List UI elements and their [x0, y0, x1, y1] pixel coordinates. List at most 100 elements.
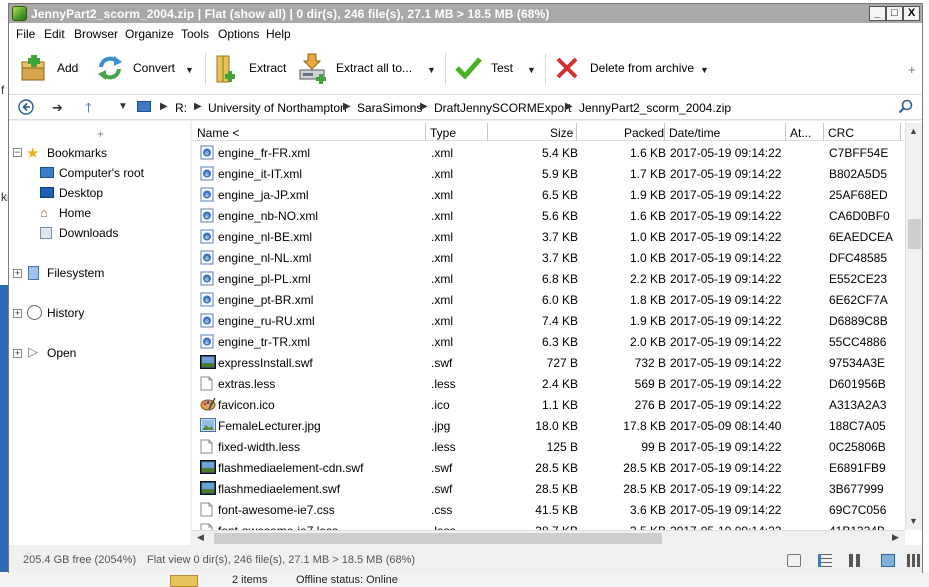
- horizontal-scroll-thumb[interactable]: [214, 533, 662, 544]
- col-size[interactable]: Size: [550, 126, 573, 140]
- menu-organize[interactable]: Organize: [125, 27, 174, 41]
- col-packed[interactable]: Packed: [624, 126, 664, 140]
- file-row[interactable]: e engine_nb-NO.xml .xml 5.6 KB 1.6 KB 2017-05…: [192, 205, 904, 226]
- open-expand-icon[interactable]: +: [13, 349, 22, 358]
- add-button[interactable]: Add: [17, 51, 78, 85]
- extract-all-dropdown-icon[interactable]: ▼: [427, 65, 436, 75]
- column-divider[interactable]: [900, 123, 901, 141]
- file-row[interactable]: e engine_nl-NL.xml .xml 3.7 KB 1.0 KB 2017-05…: [192, 247, 904, 268]
- column-divider[interactable]: [576, 123, 577, 141]
- lock-icon[interactable]: [787, 554, 801, 567]
- file-row[interactable]: fixed-width.less .less 125 B 99 B 2017-05-19…: [192, 436, 904, 457]
- col-name[interactable]: Name <: [197, 126, 239, 140]
- file-row[interactable]: e engine_tr-TR.xml .xml 6.3 KB 2.0 KB 2017-05…: [192, 331, 904, 352]
- column-divider[interactable]: [785, 123, 786, 141]
- delete-button[interactable]: Delete from archive: [550, 51, 694, 85]
- tree-add-button[interactable]: +: [97, 127, 104, 141]
- column-divider[interactable]: [664, 123, 665, 141]
- svg-text:e: e: [205, 234, 209, 241]
- file-row[interactable]: e engine_pt-BR.xml .xml 6.0 KB 1.8 KB 2017-05…: [192, 289, 904, 310]
- menu-browser[interactable]: Browser: [74, 27, 118, 41]
- col-attributes[interactable]: At...: [790, 126, 811, 140]
- window-title: JennyPart2_scorm_2004.zip | Flat (show a…: [31, 7, 550, 21]
- col-type[interactable]: Type: [430, 126, 456, 140]
- menu-tools[interactable]: Tools: [181, 27, 209, 41]
- bookmarks-collapse-icon[interactable]: −: [13, 148, 22, 157]
- back-icon[interactable]: [18, 99, 34, 118]
- svg-text:e: e: [205, 255, 209, 262]
- column-divider[interactable]: [823, 123, 824, 141]
- file-size: 28.5 KB: [535, 482, 578, 496]
- crumb-sarasimons[interactable]: SaraSimons: [357, 101, 422, 115]
- scroll-left-icon[interactable]: ◀: [197, 532, 204, 543]
- horizontal-scrollbar[interactable]: ◀ ▶: [192, 530, 905, 545]
- column-divider[interactable]: [425, 123, 426, 141]
- menu-edit[interactable]: Edit: [44, 27, 65, 41]
- file-row[interactable]: favicon.ico .ico 1.1 KB 276 B 2017-05-19 09:…: [192, 394, 904, 415]
- col-crc[interactable]: CRC: [828, 126, 854, 140]
- vertical-scroll-thumb[interactable]: [908, 219, 921, 249]
- file-row[interactable]: e engine_ja-JP.xml .xml 6.5 KB 1.9 KB 2017-05…: [192, 184, 904, 205]
- minimize-button[interactable]: _: [869, 6, 886, 21]
- crumb-archive[interactable]: JennyPart2_scorm_2004.zip: [579, 101, 731, 115]
- scroll-down-icon[interactable]: ▼: [909, 516, 918, 526]
- filesystem-expand-icon[interactable]: +: [13, 269, 22, 278]
- vertical-scrollbar[interactable]: ▲ ▼: [905, 123, 922, 530]
- file-row[interactable]: font-awesome-ie7.css .css 41.5 KB 3.6 KB 201…: [192, 499, 904, 520]
- file-row[interactable]: extras.less .less 2.4 KB 569 B 2017-05-19 09…: [192, 373, 904, 394]
- convert-dropdown-icon[interactable]: ▼: [185, 65, 194, 75]
- open-icon: ▷: [28, 344, 38, 359]
- file-row[interactable]: font-awesome-ie7.less.less38.7 KB3.5 KB2…: [192, 520, 904, 530]
- file-row[interactable]: flashmediaelement.swf .swf 28.5 KB 28.5 KB 2…: [192, 478, 904, 499]
- forward-icon[interactable]: ➔: [52, 100, 63, 116]
- maximize-button[interactable]: □: [886, 6, 903, 21]
- toolbar-more-button[interactable]: +: [908, 62, 916, 77]
- history-expand-icon[interactable]: +: [13, 309, 22, 318]
- column-divider[interactable]: [487, 123, 488, 141]
- tree-home[interactable]: Home: [59, 206, 91, 220]
- test-button[interactable]: Test: [451, 51, 513, 85]
- file-row[interactable]: FemaleLecturer.jpg .jpg 18.0 KB 17.8 KB 2017…: [192, 415, 904, 436]
- test-dropdown-icon[interactable]: ▼: [527, 65, 536, 75]
- file-row[interactable]: flashmediaelement-cdn.swf .swf 28.5 KB 28.5…: [192, 457, 904, 478]
- panels-icon[interactable]: [907, 554, 921, 567]
- details-view-icon[interactable]: [818, 554, 832, 567]
- menu-file[interactable]: File: [16, 27, 35, 41]
- scroll-right-icon[interactable]: ▶: [892, 532, 899, 543]
- convert-button[interactable]: Convert: [93, 51, 175, 85]
- file-row[interactable]: e engine_pl-PL.xml .xml 6.8 KB 2.2 KB 2017-05…: [192, 268, 904, 289]
- extract-button[interactable]: Extract: [209, 51, 286, 85]
- tree-computers-root[interactable]: Computer's root: [59, 166, 144, 180]
- document-icon: [200, 502, 214, 517]
- navigation-pane: + − ★ Bookmarks Computer's root Desktop …: [9, 121, 190, 545]
- close-button[interactable]: X: [903, 6, 920, 21]
- crumb-drive[interactable]: R:: [175, 101, 187, 115]
- col-datetime[interactable]: Date/time: [669, 126, 720, 140]
- tree-filesystem[interactable]: Filesystem: [47, 266, 104, 280]
- file-type: .xml: [431, 230, 453, 244]
- file-row[interactable]: expressInstall.swf .swf 727 B 732 B 2017-05-…: [192, 352, 904, 373]
- title-bar[interactable]: JennyPart2_scorm_2004.zip | Flat (show a…: [9, 4, 922, 23]
- tree-open[interactable]: Open: [47, 346, 76, 360]
- crumb-university[interactable]: University of Northampton: [208, 101, 347, 115]
- tree-bookmarks[interactable]: Bookmarks: [47, 146, 107, 160]
- list-view-icon[interactable]: [849, 554, 863, 567]
- menu-help[interactable]: Help: [266, 27, 291, 41]
- xml-file-icon: e: [200, 313, 214, 328]
- extract-all-button[interactable]: Extract all to...: [296, 51, 412, 85]
- history-dropdown-icon[interactable]: ▼: [118, 101, 128, 112]
- crumb-export-folder[interactable]: DraftJennySCORMExport: [434, 101, 571, 115]
- file-row[interactable]: e engine_fr-FR.xml .xml 5.4 KB 1.6 KB 2017-05…: [192, 142, 904, 163]
- file-row[interactable]: e engine_it-IT.xml .xml 5.9 KB 1.7 KB 2017-05…: [192, 163, 904, 184]
- thumbnail-view-icon[interactable]: [881, 554, 895, 567]
- file-row[interactable]: e engine_nl-BE.xml .xml 3.7 KB 1.0 KB 2017-05…: [192, 226, 904, 247]
- delete-dropdown-icon[interactable]: ▼: [700, 65, 709, 75]
- menu-options[interactable]: Options: [218, 27, 259, 41]
- scroll-up-icon[interactable]: ▲: [909, 126, 918, 136]
- tree-desktop[interactable]: Desktop: [59, 186, 103, 200]
- tree-downloads[interactable]: Downloads: [59, 226, 118, 240]
- up-icon[interactable]: 🡑: [85, 99, 92, 121]
- search-icon[interactable]: [898, 99, 913, 117]
- file-row[interactable]: e engine_ru-RU.xml .xml 7.4 KB 1.9 KB 2017-05…: [192, 310, 904, 331]
- tree-history[interactable]: History: [47, 306, 84, 320]
